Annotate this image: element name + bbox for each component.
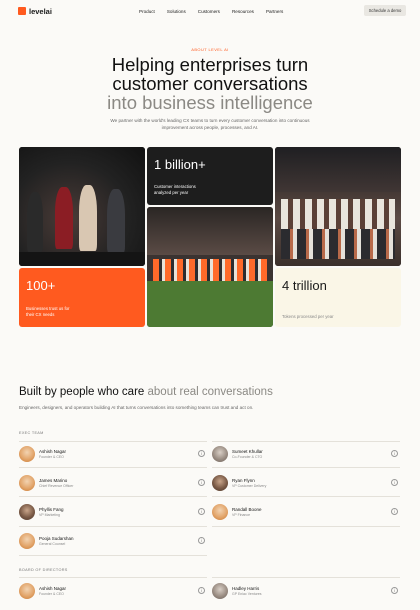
avatar — [19, 533, 35, 549]
person-card[interactable]: Randall Boone VP Finance i — [212, 501, 400, 523]
avatar — [212, 475, 228, 491]
person-name: Ashish Nagar — [39, 449, 67, 454]
divider — [19, 467, 207, 468]
person-name: Phyllis Fang — [39, 507, 64, 512]
person-name: Sumeet Khullar — [232, 449, 263, 454]
divider — [19, 526, 207, 527]
divider — [212, 441, 400, 442]
person-name: Pooja Sudarshan — [39, 536, 74, 541]
divider — [19, 441, 207, 442]
divider — [19, 577, 207, 578]
headline-line-2: customer conversations — [112, 73, 308, 94]
person-role: Founder & CEO — [39, 592, 64, 596]
stat-tokens-value: 4 trillion — [282, 278, 327, 293]
stat-businesses-label: Businesses trust us for their CX needs — [26, 306, 70, 317]
person-role: Co-Founder & CTO — [232, 455, 263, 459]
info-icon[interactable]: i — [391, 508, 398, 515]
person-card[interactable]: James Marino Chief Revenue Officer i — [19, 472, 207, 494]
hero-eyebrow: ABOUT LEVEL AI — [191, 47, 229, 52]
info-icon[interactable]: i — [198, 479, 205, 486]
person-role: GP Eniac Ventures — [232, 592, 262, 596]
person-name: Ashish Nagar — [39, 586, 67, 591]
nav-links: Product Solutions Customers Resources Pa… — [139, 0, 295, 22]
person-card[interactable]: Ryan Flynn VP Customer Delivery i — [212, 472, 400, 494]
person-card[interactable]: Sumeet Khullar Co-Founder & CTO i — [212, 443, 400, 465]
avatar — [212, 504, 228, 520]
person-name: Hadley Harris — [232, 586, 260, 591]
person-role: VP Customer Delivery — [232, 484, 267, 488]
person-role: General Counsel — [39, 542, 66, 546]
person-role: VP Finance — [232, 513, 251, 517]
avatar — [19, 446, 35, 462]
nav-link-partners[interactable]: Partners — [266, 9, 283, 14]
info-icon[interactable]: i — [391, 587, 398, 594]
stat-tokens-label: Tokens processed per year — [282, 314, 334, 319]
person-card[interactable]: Pooja Sudarshan General Counsel i — [19, 530, 207, 552]
info-icon[interactable]: i — [391, 479, 398, 486]
headline-line-3: into business intelligence — [107, 92, 313, 113]
divider — [212, 496, 400, 497]
divider — [19, 555, 207, 556]
info-icon[interactable]: i — [198, 450, 205, 457]
info-icon[interactable]: i — [391, 450, 398, 457]
stat-businesses-card: 100+ Businesses trust us for their CX ne… — [19, 268, 145, 327]
nav-link-customers[interactable]: Customers — [198, 9, 220, 14]
panel-photo — [19, 147, 145, 266]
person-role: Founder & CEO — [39, 455, 64, 459]
avatar — [19, 504, 35, 520]
divider — [212, 467, 400, 468]
avatar — [212, 583, 228, 599]
avatar — [19, 475, 35, 491]
person-card[interactable]: Hadley Harris GP Eniac Ventures i — [212, 580, 400, 602]
info-icon[interactable]: i — [198, 537, 205, 544]
nav-link-solutions[interactable]: Solutions — [167, 9, 186, 14]
schedule-demo-button[interactable]: Schedule a demo — [364, 5, 406, 16]
person-name: James Marino — [39, 478, 68, 483]
team-section-subtitle: Engineers, designers, and operators buil… — [19, 405, 254, 410]
stat-interactions-value: 1 billion+ — [154, 157, 206, 172]
team-title-main: Built by people who care — [19, 386, 145, 398]
top-nav: levelai Product Solutions Customers Reso… — [0, 0, 420, 22]
avatar — [19, 583, 35, 599]
person-role: Chief Revenue Officer — [39, 484, 74, 488]
board-label: BOARD OF DIRECTORS — [19, 568, 68, 572]
team-title-muted: about real conversations — [147, 386, 273, 398]
stat-interactions-card: 1 billion+ Customer interactions analyze… — [147, 147, 273, 205]
brand-name: levelai — [29, 6, 52, 16]
nav-link-resources[interactable]: Resources — [232, 9, 254, 14]
team-section-title: Built by people who care about real conv… — [19, 386, 273, 398]
person-role: VP Marketing — [39, 513, 60, 517]
exec-team-label: EXEC TEAM — [19, 431, 44, 435]
divider — [19, 496, 207, 497]
person-name: Ryan Flynn — [232, 478, 255, 483]
stat-tokens-card: 4 trillion Tokens processed per year — [275, 268, 401, 327]
stat-interactions-label: Customer interactions analyzed per year — [154, 184, 196, 195]
person-name: Randall Boone — [232, 507, 262, 512]
hero-headline: Helping enterprises turn customer conver… — [0, 55, 420, 112]
divider — [212, 526, 400, 527]
info-icon[interactable]: i — [198, 587, 205, 594]
brand-logo[interactable]: levelai — [18, 7, 52, 16]
group-photo-event — [275, 147, 401, 266]
logo-icon — [18, 7, 26, 15]
avatar — [212, 446, 228, 462]
hero-subhead: We partner with the world's leading CX t… — [110, 118, 310, 130]
stat-businesses-value: 100+ — [26, 278, 56, 293]
info-icon[interactable]: i — [198, 508, 205, 515]
divider — [212, 577, 400, 578]
person-card[interactable]: Ashish Nagar Founder & CEO i — [19, 443, 207, 465]
nav-link-product[interactable]: Product — [139, 9, 155, 14]
person-card[interactable]: Phyllis Fang VP Marketing i — [19, 501, 207, 523]
headline-line-1: Helping enterprises turn — [111, 54, 309, 75]
team-photo-stadium — [147, 207, 273, 327]
person-card[interactable]: Ashish Nagar Founder & CEO i — [19, 580, 207, 602]
